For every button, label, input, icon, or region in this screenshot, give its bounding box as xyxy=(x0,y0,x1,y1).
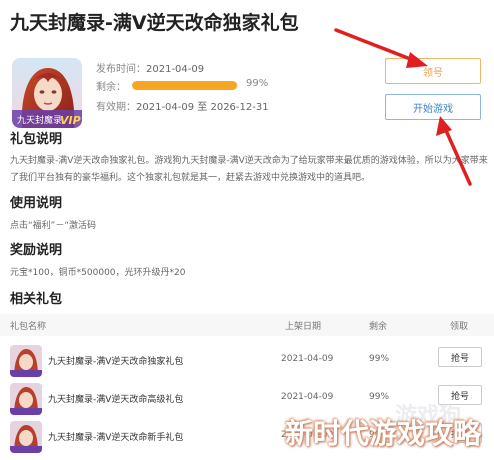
reward-heading: 奖励说明 xyxy=(10,243,63,258)
col-action-header: 领取 xyxy=(450,322,469,332)
remain-progress-fill xyxy=(132,81,237,90)
gift-thumbnail-icon xyxy=(10,383,42,415)
publish-date: 2021-04-09 xyxy=(146,64,205,75)
game-portrait-icon: 九天封魔录 VIP xyxy=(12,58,82,128)
gift-description-heading: 礼包说明 xyxy=(10,132,63,147)
valid-label: 有效期： xyxy=(96,102,136,113)
publish-time: 发布时间：2021-04-09 xyxy=(96,60,204,75)
page-title: 九天封魔录-满V逆天改命独家礼包 xyxy=(10,12,299,34)
related-gifts-heading: 相关礼包 xyxy=(10,292,63,307)
gift-name[interactable]: 九天封魔录-满V逆天改命独家礼包 xyxy=(48,354,183,367)
gift-name[interactable]: 九天封魔录-满V逆天改命高级礼包 xyxy=(48,392,183,405)
col-date-header: 上架日期 xyxy=(285,322,322,332)
publish-label: 发布时间： xyxy=(96,64,146,75)
get-code-button[interactable]: 领号 xyxy=(385,58,481,84)
game-icon: 九天封魔录 VIP xyxy=(12,58,82,128)
gift-name[interactable]: 九天封魔录-满V逆天改命新手礼包 xyxy=(48,430,183,443)
remain-percent: 99% xyxy=(246,78,269,89)
watermark-text: 新时代游戏攻略 xyxy=(285,417,482,450)
valid-period: 有效期：2021-04-09 至 2026-12-31 xyxy=(96,98,269,113)
gift-description-line-1: 九天封魔录-满V逆天改命独家礼包。游戏狗九天封魔录-满V逆天改命为了给玩家带来最… xyxy=(10,156,488,166)
table-header: 礼包名称 上架日期 剩余 领取 xyxy=(0,314,494,336)
arrow-to-start-button-icon xyxy=(436,116,472,186)
gift-remain: 99% xyxy=(369,354,390,364)
gift-remain: 99% xyxy=(369,392,390,402)
gift-thumbnail-icon xyxy=(10,421,42,453)
icon-badge-text: 九天封魔录 xyxy=(17,114,62,126)
gift-thumbnail-icon xyxy=(10,345,42,377)
grab-code-button[interactable]: 抢号 xyxy=(438,347,482,367)
gift-date: 2021-04-09 xyxy=(281,354,334,364)
remain-label: 剩余： xyxy=(96,82,126,93)
icon-vip-text: VIP xyxy=(60,114,81,127)
gift-date: 2021-04-09 xyxy=(281,392,334,402)
usage-heading: 使用说明 xyxy=(10,196,63,211)
remain-progress-bar xyxy=(132,81,238,90)
col-remain-header: 剩余 xyxy=(369,322,388,332)
col-name-header: 礼包名称 xyxy=(10,322,47,332)
reward-text: 元宝*100，铜币*500000，光环升级丹*20 xyxy=(10,268,186,278)
gift-description-line-2: 了我们平台独有的豪华福利。这个独家礼包就是其一，赶紧去游戏中兑换游戏中的道具吧。 xyxy=(10,173,371,183)
start-game-button[interactable]: 开始游戏 xyxy=(385,94,481,120)
usage-text: 点击“福利”－“激活码 xyxy=(10,221,96,231)
valid-range: 2021-04-09 至 2026-12-31 xyxy=(136,102,269,113)
